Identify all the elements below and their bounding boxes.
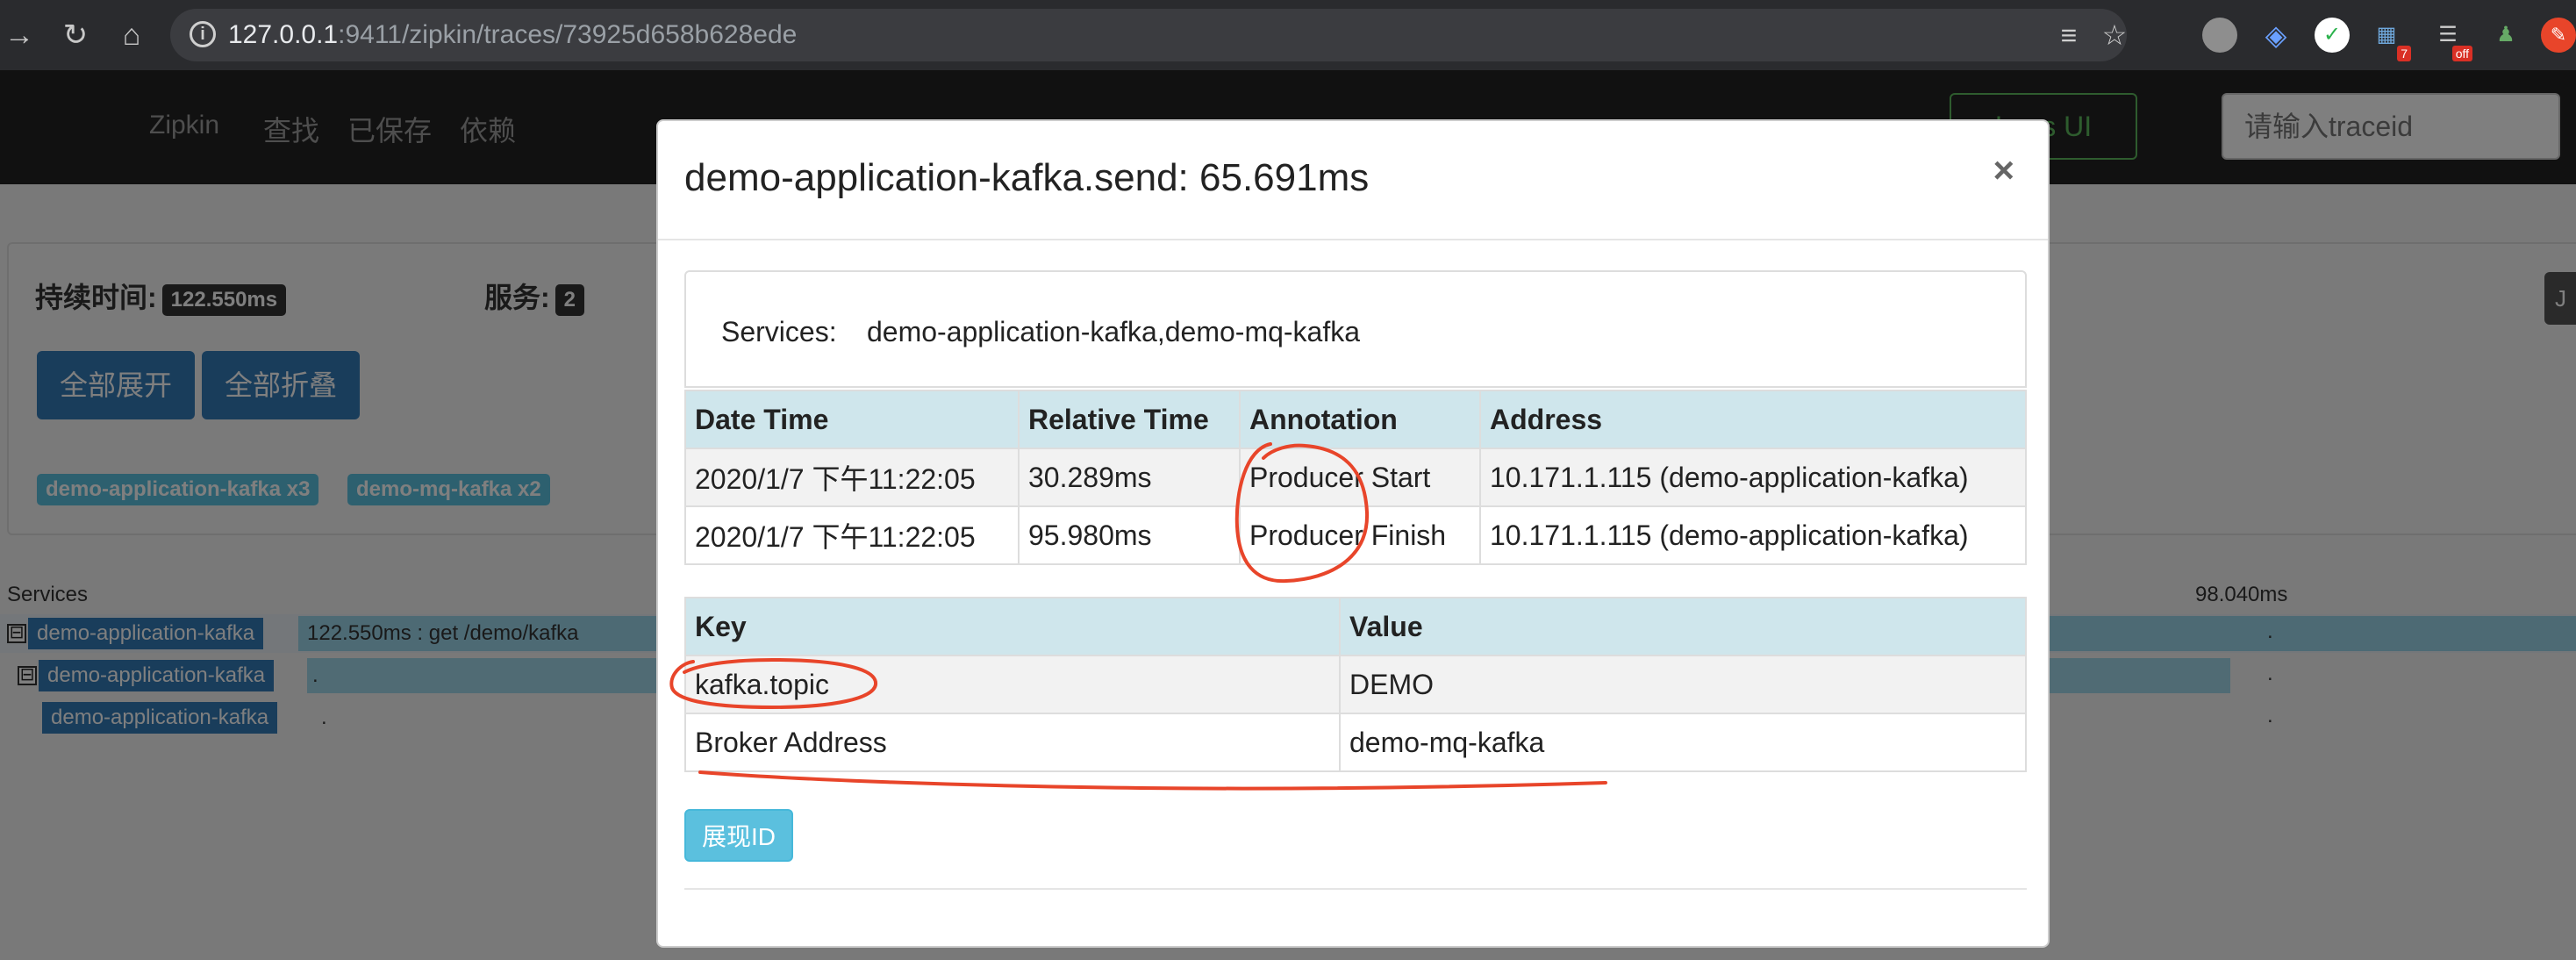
home-icon[interactable]: ⌂	[112, 16, 151, 54]
extension-badge-off: off	[2451, 46, 2472, 61]
cell-relative: 95.980ms	[1018, 505, 1241, 565]
cell-date: 2020/1/7 下午11:22:05	[684, 505, 1020, 565]
cell-address: 10.171.1.115 (demo-application-kafka)	[1479, 448, 2027, 507]
services-key: Services:	[721, 316, 837, 347]
cell-value: demo-mq-kafka	[1339, 713, 2027, 772]
extension-figure-icon[interactable]: ♟	[2488, 18, 2523, 53]
tags-table: Key Value kafka.topic DEMO Broker Addres…	[684, 597, 2027, 772]
column-header-annotation: Annotation	[1239, 390, 1481, 449]
extension-list-icon[interactable]: ☰ off	[2430, 18, 2472, 61]
bookmark-star-icon[interactable]: ☆	[2097, 18, 2132, 53]
extension-badge: 7	[2397, 46, 2411, 61]
annotations-table: Date Time Relative Time Annotation Addre…	[684, 390, 2027, 565]
table-row: 2020/1/7 下午11:22:05 30.289ms Producer St…	[684, 448, 2027, 507]
column-header-relative: Relative Time	[1018, 390, 1241, 449]
reload-icon[interactable]: ↻	[56, 16, 95, 54]
table-row: kafka.topic DEMO	[684, 655, 2027, 714]
cell-relative: 30.289ms	[1018, 448, 1241, 507]
cell-address: 10.171.1.115 (demo-application-kafka)	[1479, 505, 2027, 565]
extension-circle-icon[interactable]	[2202, 18, 2237, 53]
url-text[interactable]: 127.0.0.1:9411/zipkin/traces/73925d658b6…	[228, 20, 797, 50]
extension-brush-icon[interactable]: ✎	[2541, 18, 2576, 53]
close-icon[interactable]: ×	[1993, 151, 2014, 190]
forward-icon[interactable]: →	[0, 16, 39, 54]
table-row: 2020/1/7 下午11:22:05 95.980ms Producer Fi…	[684, 505, 2027, 565]
extension-grid-icon[interactable]: ▦ 7	[2369, 18, 2411, 61]
extension-gem-icon[interactable]: ◈	[2258, 18, 2293, 53]
services-box: Services: demo-application-kafka,demo-mq…	[684, 270, 2027, 388]
show-id-button[interactable]: 展现ID	[684, 809, 794, 862]
modal-header: demo-application-kafka.send: 65.691ms ×	[658, 121, 2048, 240]
site-info-icon[interactable]: i	[190, 21, 216, 47]
span-detail-modal: demo-application-kafka.send: 65.691ms × …	[656, 119, 2050, 948]
table-row: Broker Address demo-mq-kafka	[684, 713, 2027, 772]
address-bar[interactable]: i 127.0.0.1:9411/zipkin/traces/73925d658…	[170, 9, 2127, 61]
reader-mode-icon[interactable]: ≡	[2051, 18, 2086, 53]
cell-key: Broker Address	[684, 713, 1341, 772]
cell-annotation: Producer Finish	[1239, 505, 1481, 565]
services-value: demo-application-kafka,demo-mq-kafka	[867, 316, 1361, 347]
column-header-value: Value	[1339, 597, 2027, 656]
cell-key: kafka.topic	[684, 655, 1341, 714]
cell-date: 2020/1/7 下午11:22:05	[684, 448, 1020, 507]
modal-divider	[684, 888, 2027, 890]
modal-title: demo-application-kafka.send: 65.691ms	[684, 156, 1370, 199]
column-header-address: Address	[1479, 390, 2027, 449]
cell-annotation: Producer Start	[1239, 448, 1481, 507]
extension-check-icon[interactable]: ✓	[2315, 18, 2350, 53]
column-header-key: Key	[684, 597, 1341, 656]
cell-value: DEMO	[1339, 655, 2027, 714]
browser-toolbar: → ↻ ⌂ i 127.0.0.1:9411/zipkin/traces/739…	[0, 0, 2576, 70]
column-header-date: Date Time	[684, 390, 1020, 449]
